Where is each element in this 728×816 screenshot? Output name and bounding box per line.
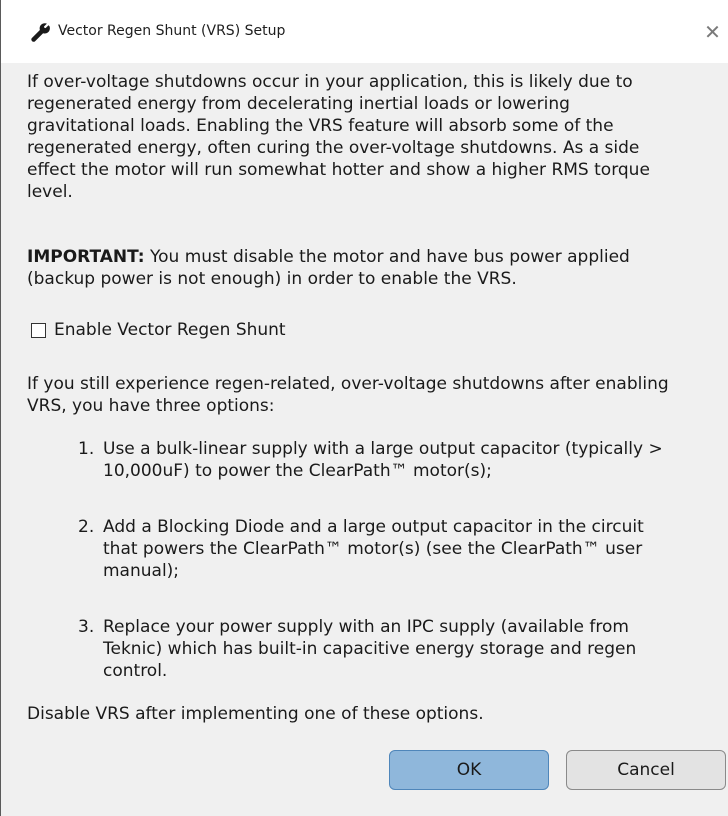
option-text: Replace your power supply with an IPC su… [103, 617, 637, 681]
wrench-icon [31, 23, 51, 43]
enable-vrs-checkbox[interactable] [31, 322, 46, 338]
title-bar[interactable]: Vector Regen Shunt (VRS) Setup ✕ [1, 0, 728, 63]
vrs-setup-dialog: Vector Regen Shunt (VRS) Setup ✕ If over… [0, 0, 728, 816]
ok-button[interactable]: OK [389, 750, 549, 790]
option-text: Use a bulk-linear supply with a large ou… [103, 439, 663, 481]
enable-vrs-row[interactable]: Enable Vector Regen Shunt [27, 319, 286, 341]
option-number: 3. [78, 617, 95, 637]
option-number: 2. [78, 517, 95, 537]
close-button[interactable]: ✕ [697, 18, 728, 46]
footer-paragraph: Disable VRS after implementing one of th… [27, 704, 484, 724]
intro-paragraph: If over-voltage shutdowns occur in your … [27, 72, 650, 202]
options-intro: If you still experience regen-related, o… [27, 374, 669, 416]
important-label: IMPORTANT: [27, 247, 145, 267]
dialog-title: Vector Regen Shunt (VRS) Setup [58, 23, 286, 39]
cancel-button[interactable]: Cancel [566, 750, 726, 790]
option-text: Add a Blocking Diode and a large output … [103, 517, 644, 581]
important-paragraph: IMPORTANT: You must disable the motor an… [27, 246, 727, 290]
enable-vrs-label[interactable]: Enable Vector Regen Shunt [54, 319, 286, 341]
option-number: 1. [78, 439, 95, 459]
